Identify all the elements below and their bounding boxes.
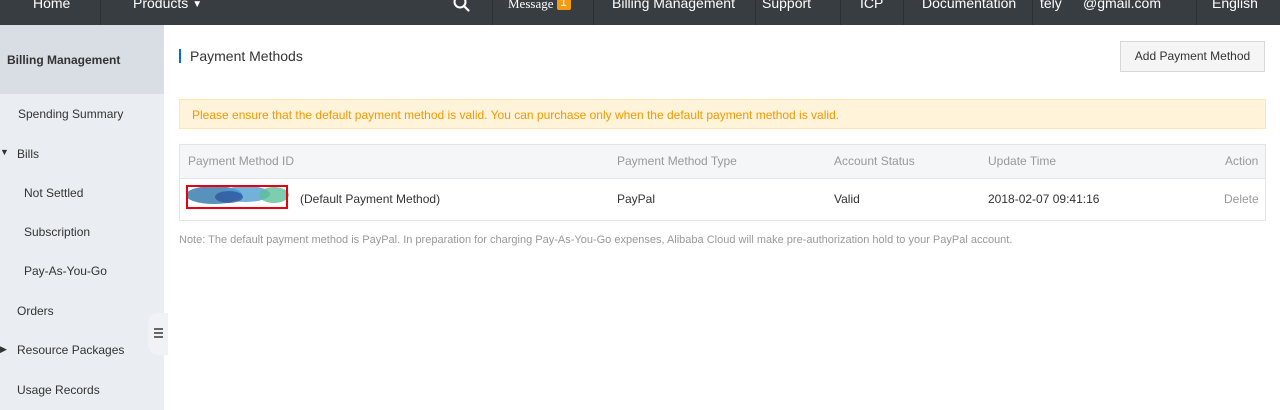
sidebar-item-orders[interactable]: Orders <box>17 304 54 318</box>
header-payment-method-type: Payment Method Type <box>617 154 737 168</box>
nav-icp[interactable]: ICP <box>860 0 883 25</box>
nav-products[interactable]: Products ▼ <box>133 0 202 25</box>
sidebar-item-subscription[interactable]: Subscription <box>24 225 90 239</box>
header-update-time: Update Time <box>988 154 1057 168</box>
nav-divider <box>100 0 101 25</box>
menu-collapse-icon <box>154 328 163 340</box>
nav-support[interactable]: Support <box>762 0 811 25</box>
top-navigation: Home Products ▼ Message 1 Billing Manageme… <box>0 0 1280 25</box>
nav-message[interactable]: Message 1 <box>508 0 571 25</box>
row-payment-method-type: PayPal <box>617 192 656 206</box>
header-action: Action <box>1225 154 1259 168</box>
sidebar-item-bills[interactable]: Bills <box>17 147 39 161</box>
title-accent-bar <box>179 49 181 63</box>
row-payment-method-default-label: (Default Payment Method) <box>300 192 441 206</box>
nav-divider <box>755 0 756 25</box>
payment-note: Note: The default payment method is PayP… <box>179 234 1013 246</box>
sidebar-item-pay-as-you-go[interactable]: Pay-As-You-Go <box>24 264 107 278</box>
nav-user-name[interactable]: tely <box>1040 0 1062 25</box>
nav-divider <box>593 0 594 25</box>
highlight-box <box>186 185 288 209</box>
nav-billing-management[interactable]: Billing Management <box>612 0 735 25</box>
nav-divider <box>903 0 904 25</box>
nav-divider <box>1196 0 1197 25</box>
sidebar-header: Billing Management <box>0 25 164 94</box>
notice-text: Please ensure that the default payment m… <box>192 108 840 122</box>
caret-right-icon: ▶ <box>0 344 7 354</box>
add-payment-method-button[interactable]: Add Payment Method <box>1120 41 1265 72</box>
search-icon[interactable] <box>452 0 470 14</box>
chevron-down-icon: ▼ <box>192 0 203 10</box>
nav-language[interactable]: English <box>1212 0 1258 25</box>
caret-down-icon: ▼ <box>0 147 9 157</box>
sidebar-title: Billing Management <box>7 53 121 67</box>
nav-divider <box>492 0 493 25</box>
table-header: Payment Method ID Payment Method Type Ac… <box>180 145 1265 179</box>
header-payment-method-id: Payment Method ID <box>188 154 295 168</box>
nav-divider <box>1032 0 1033 25</box>
nav-documentation[interactable]: Documentation <box>922 0 1016 25</box>
sidebar: Billing Management Spending Summary ▼ Bi… <box>0 25 164 410</box>
header-account-status: Account Status <box>834 154 915 168</box>
row-update-time: 2018-02-07 09:41:16 <box>988 192 1100 206</box>
nav-user-email[interactable]: @gmail.com <box>1083 0 1161 25</box>
page-title: Payment Methods <box>190 48 303 64</box>
sidebar-item-not-settled[interactable]: Not Settled <box>24 186 83 200</box>
nav-divider <box>840 0 841 25</box>
row-account-status: Valid <box>834 192 860 206</box>
nav-products-label: Products <box>133 0 189 11</box>
sidebar-collapse-button[interactable] <box>148 313 168 355</box>
sidebar-item-usage-records[interactable]: Usage Records <box>17 383 100 397</box>
nav-message-label: Message <box>508 0 554 11</box>
nav-home[interactable]: Home <box>33 0 70 25</box>
message-count-badge: 1 <box>556 0 571 10</box>
sidebar-item-resource-packages[interactable]: Resource Packages <box>17 343 124 357</box>
notice-banner: Please ensure that the default payment m… <box>179 99 1266 129</box>
sidebar-item-spending-summary[interactable]: Spending Summary <box>18 107 123 121</box>
delete-link[interactable]: Delete <box>1224 192 1259 206</box>
payment-methods-table: Payment Method ID Payment Method Type Ac… <box>179 144 1266 221</box>
